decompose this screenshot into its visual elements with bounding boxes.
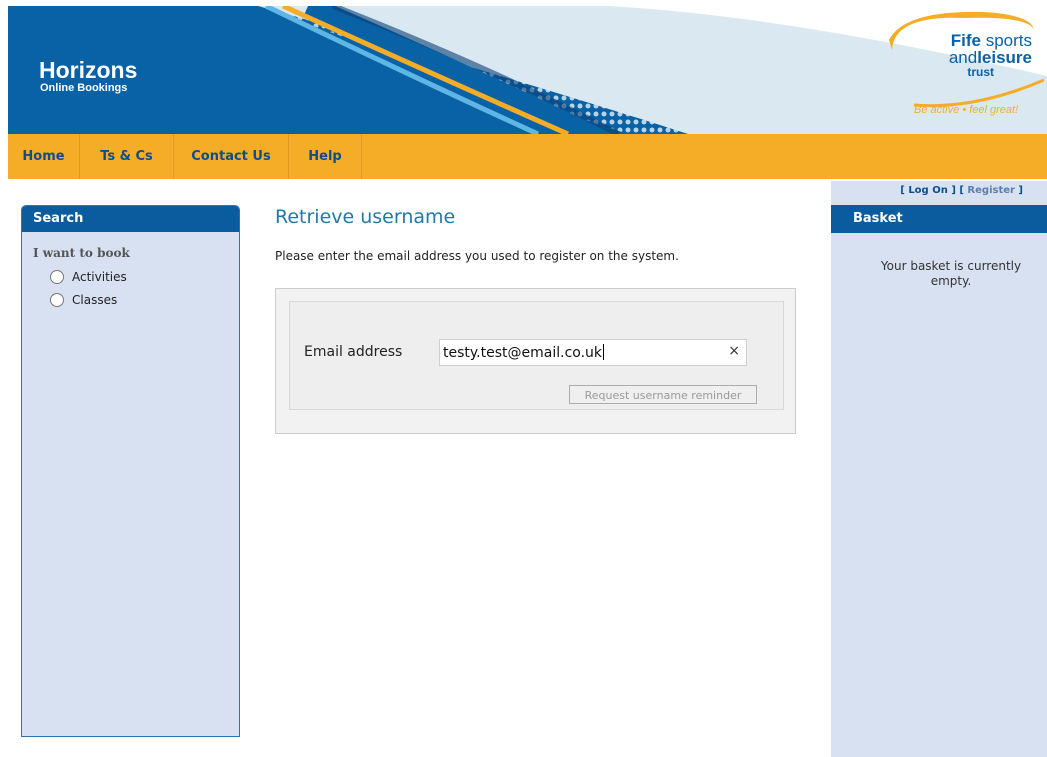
- brand-title: Horizons: [39, 57, 138, 83]
- clear-icon[interactable]: ×: [728, 343, 740, 359]
- search-panel: Search I want to book Activities Classes: [21, 205, 240, 737]
- nav-terms[interactable]: Ts & Cs: [80, 134, 174, 179]
- auth-bracket-close: ]: [1018, 185, 1023, 196]
- search-panel-title: Search: [22, 206, 239, 232]
- auth-bracket-mid: ] [: [951, 185, 964, 196]
- auth-links: [ Log On ] [ Register ]: [831, 185, 1023, 196]
- nav-contact-us[interactable]: Contact Us: [174, 134, 289, 179]
- email-label: Email address: [304, 344, 403, 360]
- fife-sports-leisure-logo[interactable]: Fife sports andleisure trust Be active •…: [884, 10, 1044, 128]
- logo-tagline-b: feel great!: [969, 104, 1019, 116]
- brand[interactable]: Horizons Online Bookings: [39, 58, 137, 94]
- basket-empty-text: Your basket is currently empty.: [880, 259, 1022, 288]
- page-title: Retrieve username: [275, 206, 456, 228]
- book-label: I want to book: [33, 246, 130, 260]
- classes-label: Classes: [72, 293, 118, 307]
- basket-title: Basket: [831, 205, 1047, 233]
- retrieve-form: Email address testy.test@email.co.uk × R…: [275, 288, 796, 434]
- text-caret: [603, 344, 605, 360]
- option-classes[interactable]: Classes: [50, 293, 117, 307]
- email-field[interactable]: testy.test@email.co.uk ×: [439, 339, 747, 366]
- auth-bracket-open: [: [900, 185, 905, 196]
- logo-word-trust: trust: [967, 65, 994, 79]
- classes-radio[interactable]: [50, 293, 64, 307]
- main-nav: Home Ts & Cs Contact Us Help: [8, 134, 1047, 179]
- retrieve-form-inner: Email address testy.test@email.co.uk × R…: [289, 301, 784, 410]
- logo-tagline-dot: •: [962, 104, 967, 116]
- register-link[interactable]: Register: [967, 185, 1015, 196]
- logo-tagline-a: Be active: [914, 104, 960, 116]
- site-header: Horizons Online Bookings Fife sports and…: [8, 6, 1047, 134]
- brand-subtitle: Online Bookings: [40, 82, 128, 94]
- basket-panel: [ Log On ] [ Register ] Basket Your bask…: [831, 181, 1047, 757]
- nav-help[interactable]: Help: [289, 134, 362, 179]
- nav-home[interactable]: Home: [8, 134, 80, 179]
- login-link[interactable]: Log On: [908, 185, 948, 196]
- activities-label: Activities: [72, 270, 127, 284]
- option-activities[interactable]: Activities: [50, 270, 127, 284]
- request-reminder-button[interactable]: Request username reminder: [569, 385, 757, 404]
- activities-radio[interactable]: [50, 270, 64, 284]
- email-value: testy.test@email.co.uk: [443, 345, 603, 361]
- page-intro: Please enter the email address you used …: [275, 249, 679, 263]
